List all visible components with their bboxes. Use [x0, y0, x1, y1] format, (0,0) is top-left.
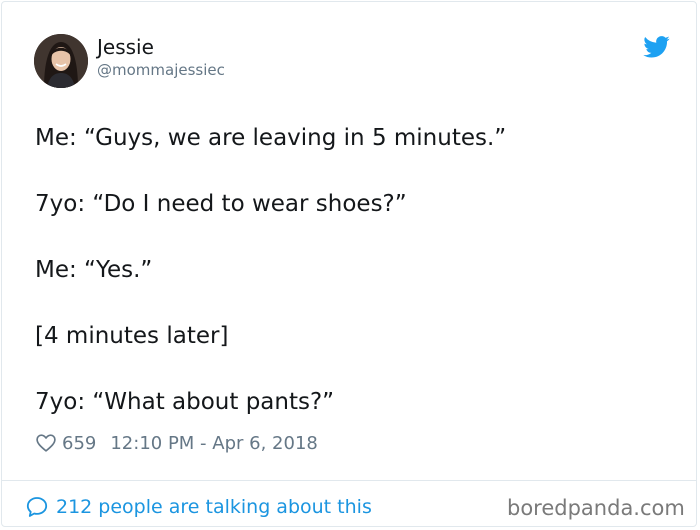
- tweet-timestamp[interactable]: 12:10 PM - Apr 6, 2018: [110, 433, 317, 454]
- watermark: boredpanda.com: [507, 496, 685, 520]
- conversation-link[interactable]: 212 people are talking about this: [25, 494, 372, 520]
- tweet-text-line: Me: “Guys, we are leaving in 5 minutes.”: [35, 125, 507, 151]
- conversation-link-text[interactable]: 212 people are talking about this: [56, 496, 372, 518]
- tweet-text-line: [4 minutes later]: [35, 323, 229, 349]
- author-name[interactable]: Jessie: [97, 35, 154, 59]
- twitter-bird-icon[interactable]: [643, 36, 670, 58]
- like-count[interactable]: 659: [62, 433, 96, 454]
- tweet-text-line: Me: “Yes.”: [35, 257, 153, 283]
- heart-icon[interactable]: [35, 432, 57, 454]
- tweet-card: Jessie @mommajessiec Me: “Guys, we are l…: [1, 1, 697, 527]
- avatar[interactable]: [34, 34, 88, 88]
- divider: [2, 480, 696, 481]
- speech-bubble-icon: [26, 497, 48, 517]
- tweet-meta: 659 12:10 PM - Apr 6, 2018: [35, 431, 318, 455]
- author-handle[interactable]: @mommajessiec: [97, 60, 225, 80]
- tweet-text-line: 7yo: “Do I need to wear shoes?”: [35, 191, 407, 217]
- avatar-photo: [34, 34, 88, 88]
- tweet-text-line: 7yo: “What about pants?”: [35, 389, 335, 415]
